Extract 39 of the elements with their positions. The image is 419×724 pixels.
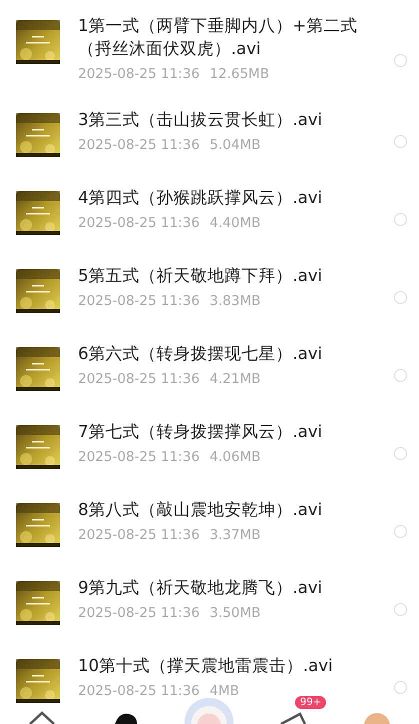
- file-date: 2025-08-25 11:36: [78, 136, 200, 152]
- file-date: 2025-08-25 11:36: [78, 292, 200, 308]
- file-name: 3第三式（击山拔云贯长虹）.avi: [78, 108, 324, 130]
- file-name: 10第十式（撑天震地雷震击）.avi: [78, 654, 334, 676]
- notification-badge: 99+: [295, 696, 326, 709]
- select-radio[interactable]: [394, 602, 407, 616]
- file-date: 2025-08-25 11:36: [78, 448, 200, 464]
- home-icon[interactable]: [26, 710, 57, 724]
- file-name: 7第七式（转身拨摆撑风云）.avi: [78, 420, 324, 442]
- file-name: 1第一式（两臂下垂脚内八）+第二式（捋丝沐面伏双虎）.avi: [78, 15, 358, 60]
- avatar-icon[interactable]: [362, 710, 392, 724]
- file-date: 2025-08-25 11:36: [78, 370, 200, 386]
- select-radio[interactable]: [394, 680, 407, 694]
- file-name: 8第八式（敲山震地安乾坤）.avi: [78, 498, 324, 520]
- file-size: 4MB: [210, 682, 240, 698]
- file-name: 9第九式（祈天敬地龙腾飞）.avi: [78, 576, 324, 598]
- select-radio[interactable]: [394, 134, 407, 148]
- select-radio[interactable]: [394, 212, 407, 226]
- file-name: 4第四式（孙猴跳跃撑风云）.avi: [78, 186, 324, 208]
- file-size: 4.06MB: [210, 448, 261, 464]
- file-name: 6第六式（转身拨摆现七星）.avi: [78, 342, 324, 364]
- select-radio[interactable]: [394, 290, 407, 304]
- file-size: 3.37MB: [210, 526, 261, 542]
- file-size: 5.04MB: [210, 136, 261, 152]
- file-name: 5第五式（祈天敬地蹲下拜）.avi: [78, 264, 324, 286]
- file-size: 4.21MB: [210, 370, 261, 386]
- file-date: 2025-08-25 11:36: [78, 604, 200, 620]
- file-date: 2025-08-25 11:36: [78, 214, 200, 230]
- select-radio[interactable]: [394, 524, 407, 538]
- file-size: 4.40MB: [210, 214, 261, 230]
- file-date: 2025-08-25 11:36: [78, 682, 200, 698]
- select-radio[interactable]: [394, 446, 407, 460]
- select-radio[interactable]: [394, 368, 407, 382]
- file-size: 3.50MB: [210, 604, 261, 620]
- select-radio[interactable]: [394, 54, 407, 67]
- file-size: 12.65MB: [210, 66, 270, 82]
- file-date: 2025-08-25 11:36: [78, 526, 200, 542]
- file-size: 3.83MB: [210, 292, 261, 308]
- file-date: 2025-08-25 11:36: [78, 66, 200, 82]
